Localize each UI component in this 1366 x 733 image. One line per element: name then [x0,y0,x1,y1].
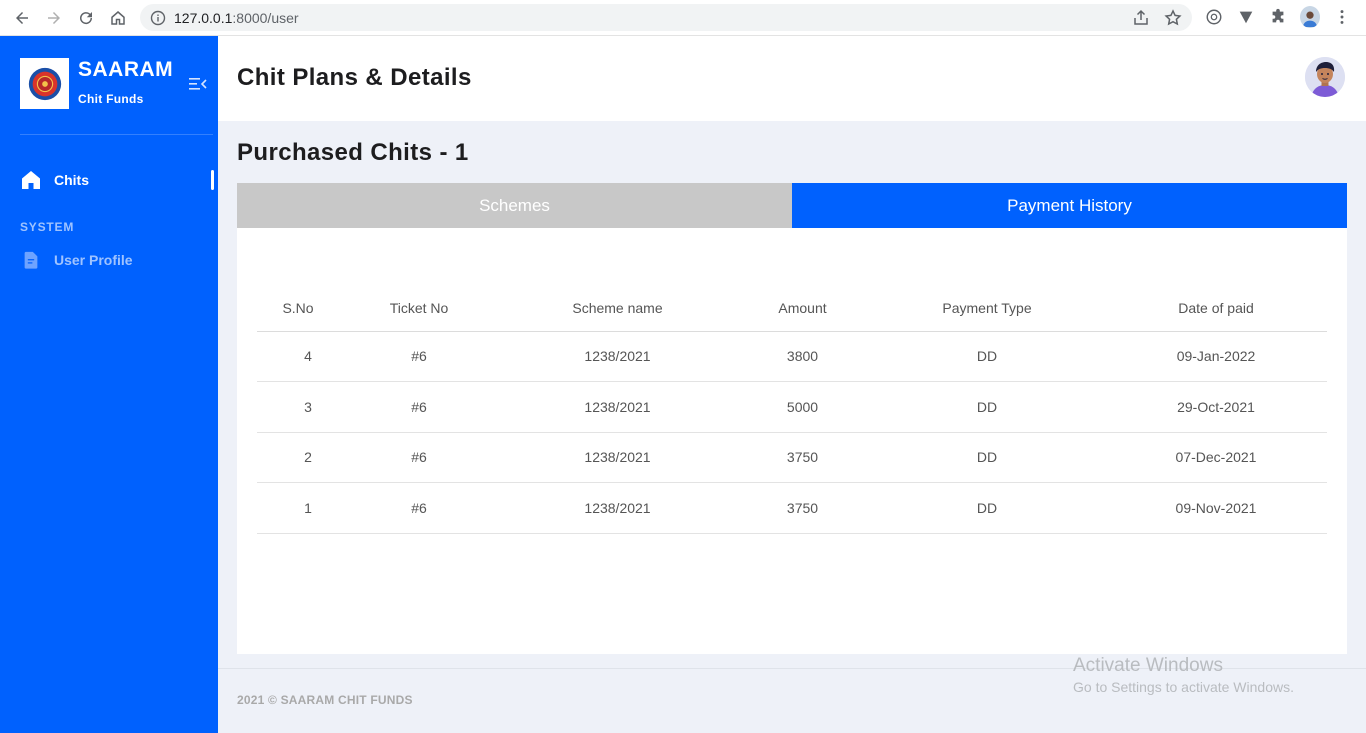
column-header-sno: S.No [257,286,339,332]
sidebar-item-label: User Profile [54,252,133,268]
home-page-icon[interactable] [106,6,130,30]
address-bar[interactable]: 127.0.0.1:8000/user [140,4,1192,31]
tab-schemes[interactable]: Schemes [237,183,792,228]
table-header-row: S.No Ticket No Scheme name Amount Paymen… [257,286,1327,332]
sidebar-item-label: Chits [54,172,89,188]
footer-copyright: 2021 © SAARAM CHIT FUNDS [237,693,413,707]
table-row: 3 #6 1238/2021 5000 DD 29-Oct-2021 [257,381,1327,433]
reload-icon[interactable] [74,6,98,30]
cell-ticket-no: #6 [339,331,499,383]
cell-ticket-no: #6 [339,381,499,433]
extension-v-icon[interactable] [1236,6,1256,28]
sidebar-item-chits[interactable]: Chits [20,169,89,191]
cell-payment-type: DD [869,482,1105,534]
table-row: 2 #6 1238/2021 3750 DD 07-Dec-2021 [257,432,1327,484]
column-header-date-of-paid: Date of paid [1105,286,1327,332]
browser-menu-icon[interactable] [1332,6,1352,28]
cell-scheme-name: 1238/2021 [499,381,736,433]
column-header-scheme-name: Scheme name [499,286,736,332]
tab-bar: Schemes Payment History [237,183,1347,228]
payment-history-table: S.No Ticket No Scheme name Amount Paymen… [257,286,1327,534]
url-text: 127.0.0.1:8000/user [174,10,299,26]
active-item-indicator [211,170,214,190]
cell-sno: 2 [257,432,339,484]
user-avatar[interactable] [1305,57,1345,97]
cell-ticket-no: #6 [339,482,499,534]
site-info-icon[interactable] [150,10,166,26]
cell-sno: 4 [257,331,339,383]
payment-history-panel: S.No Ticket No Scheme name Amount Paymen… [237,228,1347,654]
column-header-ticket-no: Ticket No [339,286,499,332]
cell-payment-type: DD [869,432,1105,484]
cell-sno: 3 [257,381,339,433]
sidebar-collapse-icon[interactable] [188,76,208,92]
url-host: 127.0.0.1 [174,9,233,26]
sidebar-item-user-profile[interactable]: User Profile [20,249,133,271]
browser-profile-avatar[interactable] [1300,6,1320,28]
brand[interactable]: SAARAM Chit Funds [20,58,173,109]
cell-payment-type: DD [869,381,1105,433]
brand-logo [20,58,69,109]
page-title: Chit Plans & Details [237,64,472,91]
cell-payment-type: DD [869,331,1105,383]
document-icon [20,249,42,271]
brand-subtitle: Chit Funds [78,92,144,106]
back-arrow-icon[interactable] [10,6,34,30]
watermark-title: Activate Windows [1073,655,1223,676]
table-row: 1 #6 1238/2021 3750 DD 09-Nov-2021 [257,482,1327,534]
cell-scheme-name: 1238/2021 [499,432,736,484]
brand-name: SAARAM [78,58,174,81]
column-header-payment-type: Payment Type [869,286,1105,332]
sidebar: SAARAM Chit Funds Chits SYSTEM User Prof… [0,36,218,733]
main-content: Purchased Chits - 1 Schemes Payment Hist… [218,121,1366,733]
cell-amount: 3750 [736,482,869,534]
cell-date-of-paid: 09-Jan-2022 [1105,331,1327,383]
page-header: Chit Plans & Details [218,36,1366,121]
cell-amount: 3750 [736,432,869,484]
cell-date-of-paid: 07-Dec-2021 [1105,432,1327,484]
section-title: Purchased Chits - 1 [237,139,469,166]
extension-circle-icon[interactable] [1204,6,1224,28]
table-row: 4 #6 1238/2021 3800 DD 09-Jan-2022 [257,331,1327,383]
watermark-subtitle: Go to Settings to activate Windows. [1073,679,1294,695]
cell-amount: 5000 [736,381,869,433]
column-header-amount: Amount [736,286,869,332]
cell-sno: 1 [257,482,339,534]
share-icon[interactable] [1132,9,1150,27]
forward-arrow-icon[interactable] [42,6,66,30]
cell-date-of-paid: 29-Oct-2021 [1105,381,1327,433]
cell-date-of-paid: 09-Nov-2021 [1105,482,1327,534]
tab-payment-history[interactable]: Payment History [792,183,1347,228]
browser-toolbar: 127.0.0.1:8000/user [0,0,1366,36]
bookmark-star-icon[interactable] [1164,9,1182,27]
puzzle-extensions-icon[interactable] [1268,6,1288,28]
cell-scheme-name: 1238/2021 [499,331,736,383]
cell-scheme-name: 1238/2021 [499,482,736,534]
sidebar-divider [20,134,213,135]
cell-ticket-no: #6 [339,432,499,484]
activate-windows-watermark: Activate Windows Go to Settings to activ… [1073,655,1294,695]
cell-amount: 3800 [736,331,869,383]
sidebar-section-label: SYSTEM [20,220,75,234]
url-path: :8000/user [232,9,299,26]
home-icon [20,169,42,191]
